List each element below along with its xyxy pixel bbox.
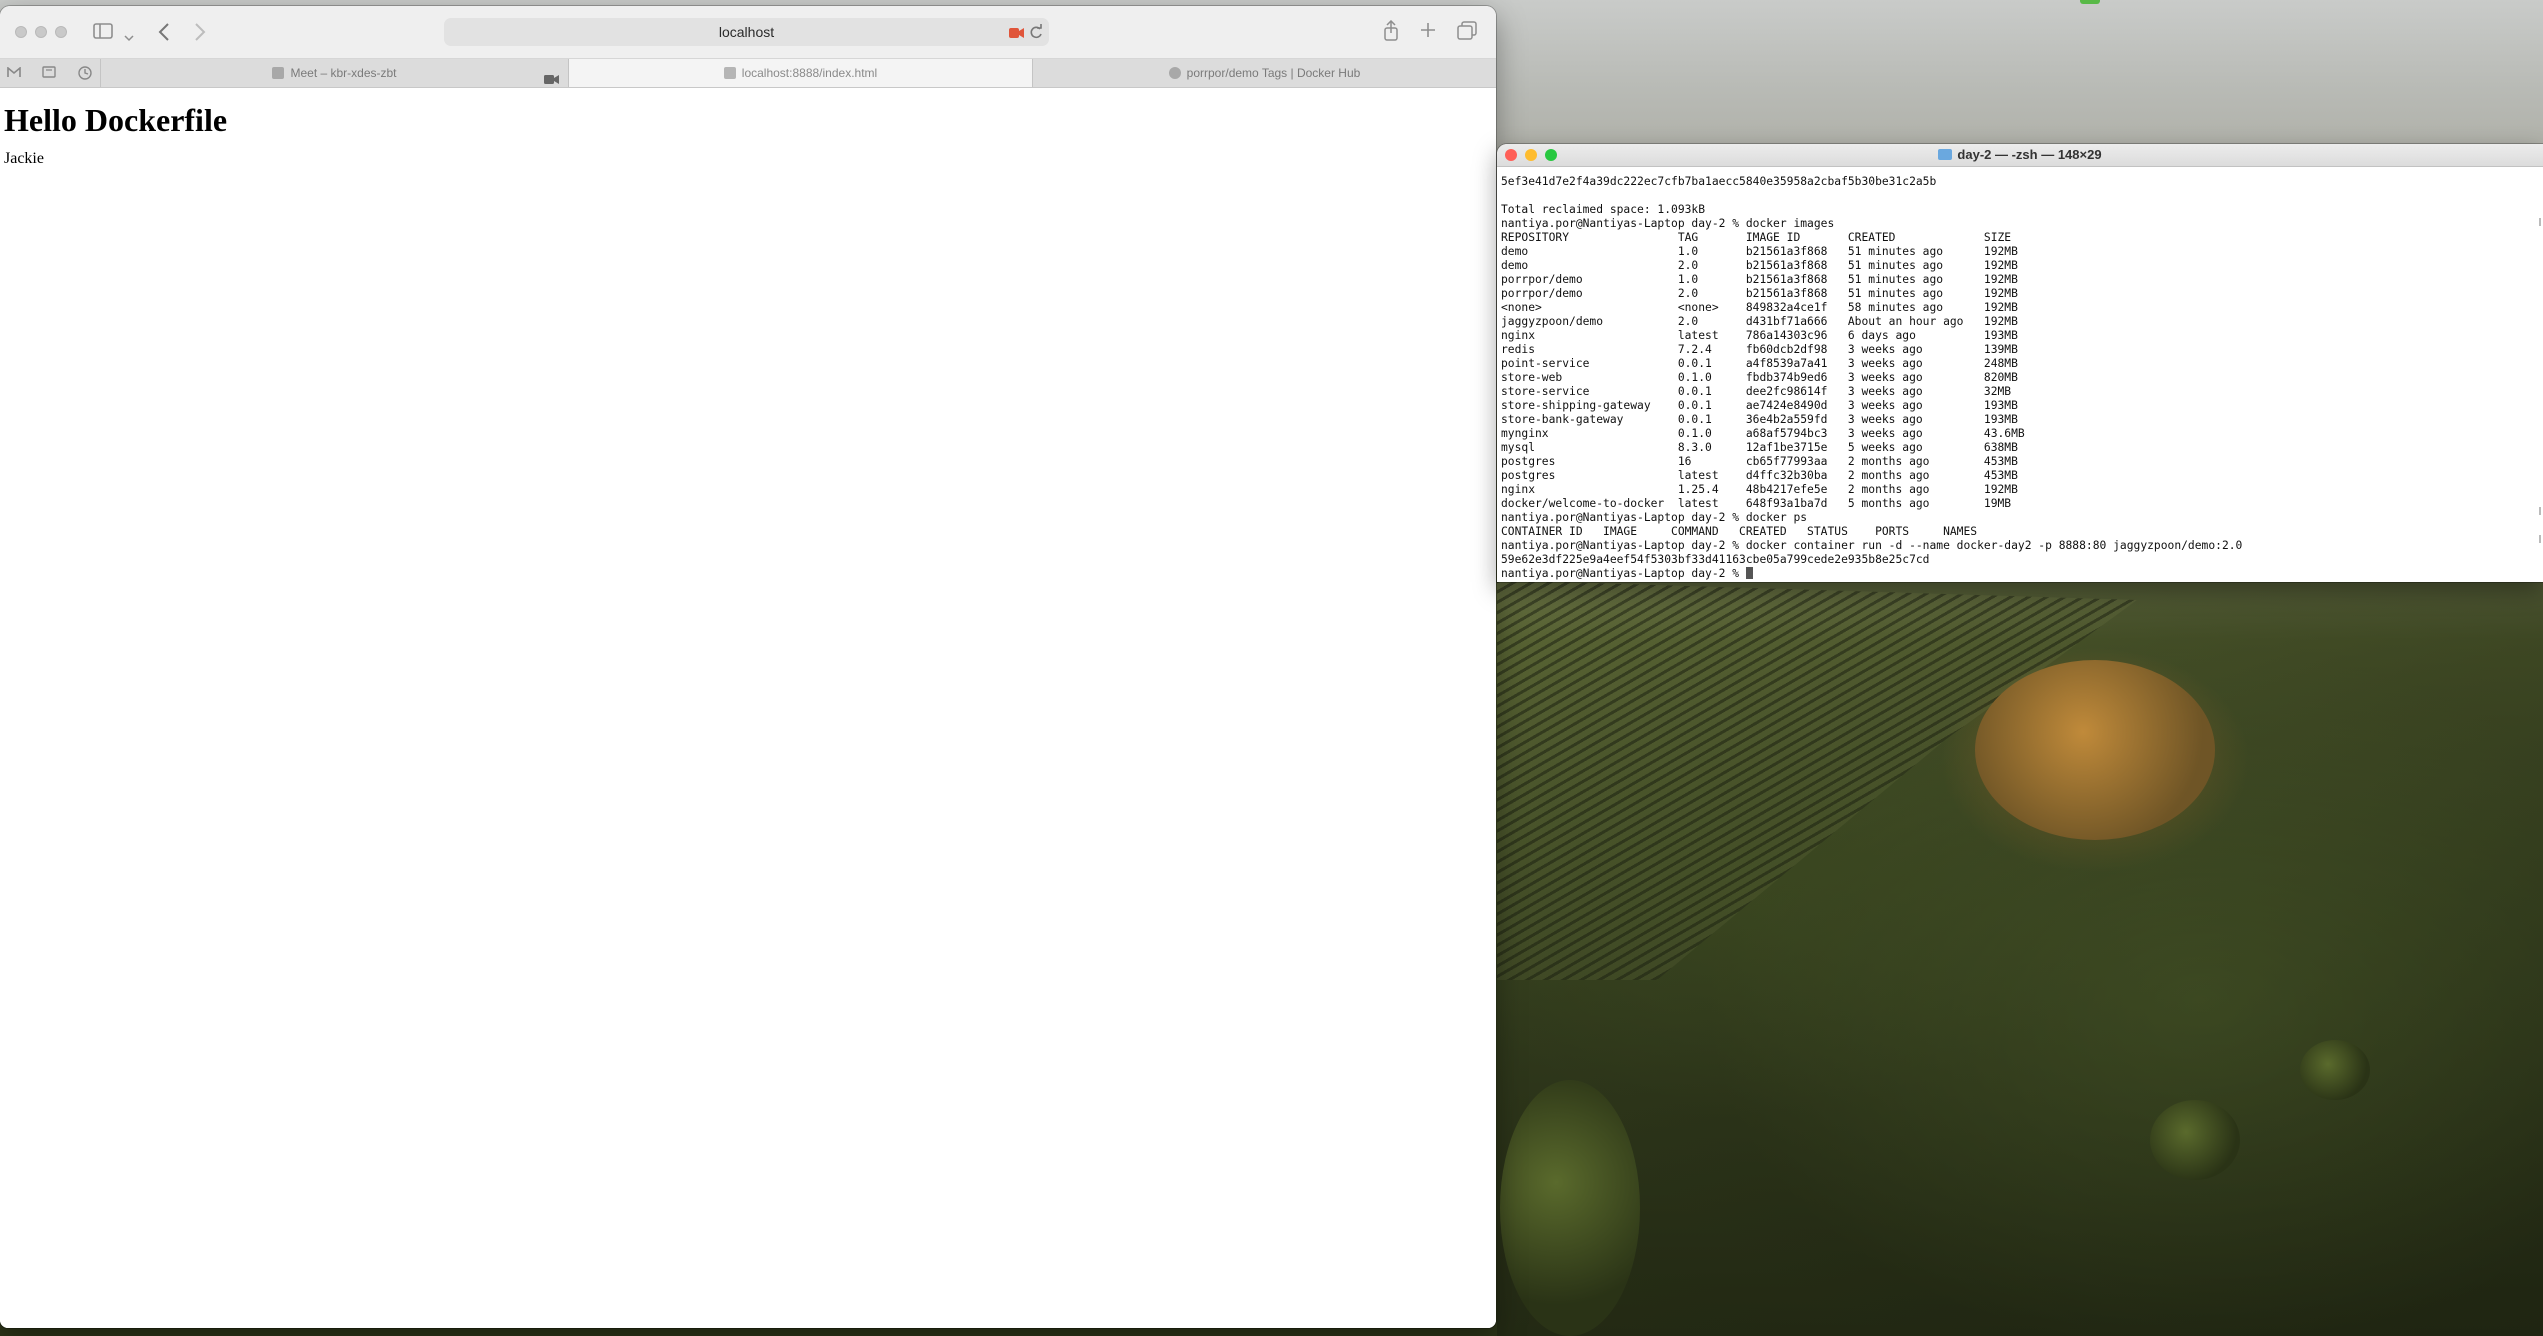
- terminal-line: demo 2.0 b21561a3f868 51 minutes ago 192…: [1501, 259, 2018, 272]
- terminal-close-button[interactable]: [1505, 149, 1517, 161]
- menubar-indicator: [2080, 0, 2100, 4]
- terminal-line: point-service 0.0.1 a4f8539a7a41 3 weeks…: [1501, 357, 2018, 370]
- terminal-line: CONTAINER ID IMAGE COMMAND CREATED STATU…: [1501, 525, 1978, 538]
- terminal-line: porrpor/demo 1.0 b21561a3f868 51 minutes…: [1501, 273, 2018, 286]
- tab-label: localhost:8888/index.html: [741, 66, 878, 80]
- terminal-line: nginx latest 786a14303c96 6 days ago 193…: [1501, 329, 2018, 342]
- video-camera-icon: [272, 67, 285, 79]
- zoom-button[interactable]: [55, 26, 67, 38]
- terminal-line: postgres latest d4ffc32b30ba 2 months ag…: [1501, 469, 2018, 482]
- page-favicon-icon: [723, 67, 736, 79]
- terminal-line: 5ef3e41d7e2f4a39dc222ec7cfb7ba1aecc5840e…: [1501, 175, 1937, 188]
- terminal-titlebar: day-2 — -zsh — 148×29: [1497, 144, 2543, 167]
- browser-window: localhost Meet – kbr-xdes-zbt localhost:…: [0, 6, 1496, 1328]
- scroll-marker: [2539, 535, 2541, 543]
- tab-localhost[interactable]: localhost:8888/index.html: [568, 59, 1032, 87]
- terminal-prompt: nantiya.por@Nantiyas-Laptop day-2 %: [1501, 567, 1746, 580]
- record-icon[interactable]: [1009, 26, 1025, 44]
- terminal-prompt-line[interactable]: nantiya.por@Nantiyas-Laptop day-2 %: [1501, 567, 2543, 581]
- tab-docker-hub[interactable]: porrpor/demo Tags | Docker Hub: [1032, 59, 1496, 87]
- terminal-line: mynginx 0.1.0 a68af5794bc3 3 weeks ago 4…: [1501, 427, 2025, 440]
- tab-bar: Meet – kbr-xdes-zbt localhost:8888/index…: [0, 59, 1496, 88]
- browser-toolbar: localhost: [0, 6, 1496, 59]
- web-page-content: Hello Dockerfile Jackie: [0, 88, 1496, 1328]
- terminal-line: nantiya.por@Nantiyas-Laptop day-2 % dock…: [1501, 539, 2243, 552]
- chevron-down-icon[interactable]: [124, 26, 134, 46]
- terminal-line: <none> <none> 849832a4ce1f 58 minutes ag…: [1501, 301, 2018, 314]
- page-heading: Hello Dockerfile: [4, 102, 228, 138]
- new-tab-icon[interactable]: [1420, 22, 1436, 42]
- terminal-output[interactable]: 5ef3e41d7e2f4a39dc222ec7cfb7ba1aecc5840e…: [1501, 175, 2543, 581]
- terminal-line: nginx 1.25.4 48b4217efe5e 2 months ago 1…: [1501, 483, 2018, 496]
- wallpaper-tree: [1975, 660, 2215, 840]
- wallpaper-tree: [2150, 1100, 2240, 1180]
- terminal-line: store-shipping-gateway 0.0.1 ae7424e8490…: [1501, 399, 2018, 412]
- terminal-minimize-button[interactable]: [1525, 149, 1537, 161]
- terminal-line: store-bank-gateway 0.0.1 36e4b2a559fd 3 …: [1501, 413, 2018, 426]
- reload-icon[interactable]: [1029, 24, 1043, 45]
- scroll-marker: [2539, 507, 2541, 515]
- address-text[interactable]: localhost: [444, 24, 1049, 40]
- terminal-line: store-web 0.1.0 fbdb374b9ed6 3 weeks ago…: [1501, 371, 2018, 384]
- reading-list-icon[interactable]: [42, 66, 56, 81]
- terminal-title: day-2 — -zsh — 148×29: [1957, 147, 2102, 162]
- minimize-button[interactable]: [35, 26, 47, 38]
- wallpaper-tree: [2300, 1040, 2370, 1100]
- terminal-line: mysql 8.3.0 12af1be3715e 5 weeks ago 638…: [1501, 441, 2018, 454]
- terminal-line: docker/welcome-to-docker latest 648f93a1…: [1501, 497, 2012, 510]
- tab-label: porrpor/demo Tags | Docker Hub: [1186, 66, 1361, 80]
- history-icon[interactable]: [78, 66, 92, 83]
- terminal-line: porrpor/demo 2.0 b21561a3f868 51 minutes…: [1501, 287, 2018, 300]
- address-bar[interactable]: localhost: [444, 18, 1049, 46]
- terminal-line: postgres 16 cb65f77993aa 2 months ago 45…: [1501, 455, 2018, 468]
- tab-label: Meet – kbr-xdes-zbt: [290, 66, 397, 80]
- terminal-zoom-button[interactable]: [1545, 149, 1557, 161]
- tab-meet[interactable]: Meet – kbr-xdes-zbt: [100, 59, 568, 87]
- gmail-icon[interactable]: [7, 66, 21, 81]
- back-icon[interactable]: [158, 22, 170, 46]
- share-icon[interactable]: [1383, 19, 1399, 46]
- docker-icon: [1168, 67, 1181, 79]
- scroll-marker: [2539, 218, 2541, 226]
- folder-icon: [1938, 149, 1953, 160]
- terminal-line: 59e62e3df225e9a4eef54f5303bf33d41163cbe0…: [1501, 553, 1930, 566]
- tab-overview-icon[interactable]: [1457, 21, 1477, 45]
- terminal-window[interactable]: day-2 — -zsh — 148×29 5ef3e41d7e2f4a39dc…: [1497, 144, 2543, 582]
- text-cursor: [1745, 567, 1753, 579]
- wallpaper-hill: [1497, 560, 2543, 1336]
- terminal-line: Total reclaimed space: 1.093kB: [1501, 203, 1706, 216]
- terminal-line: REPOSITORY TAG IMAGE ID CREATED SIZE: [1501, 231, 2012, 244]
- terminal-line: jaggyzpoon/demo 2.0 d431bf71a666 About a…: [1501, 315, 2018, 328]
- close-button[interactable]: [15, 26, 27, 38]
- terminal-line: nantiya.por@Nantiyas-Laptop day-2 % dock…: [1501, 511, 1808, 524]
- wallpaper-tree: [1500, 1080, 1640, 1336]
- terminal-line: store-service 0.0.1 dee2fc98614f 3 weeks…: [1501, 385, 2012, 398]
- sidebar-icon[interactable]: [93, 22, 113, 44]
- terminal-line: redis 7.2.4 fb60dcb2df98 3 weeks ago 139…: [1501, 343, 2018, 356]
- terminal-lines: 5ef3e41d7e2f4a39dc222ec7cfb7ba1aecc5840e…: [1501, 175, 2543, 567]
- page-paragraph: Jackie: [4, 150, 44, 167]
- forward-icon[interactable]: [194, 22, 206, 46]
- terminal-line: demo 1.0 b21561a3f868 51 minutes ago 192…: [1501, 245, 2018, 258]
- terminal-line: nantiya.por@Nantiyas-Laptop day-2 % dock…: [1501, 217, 1835, 230]
